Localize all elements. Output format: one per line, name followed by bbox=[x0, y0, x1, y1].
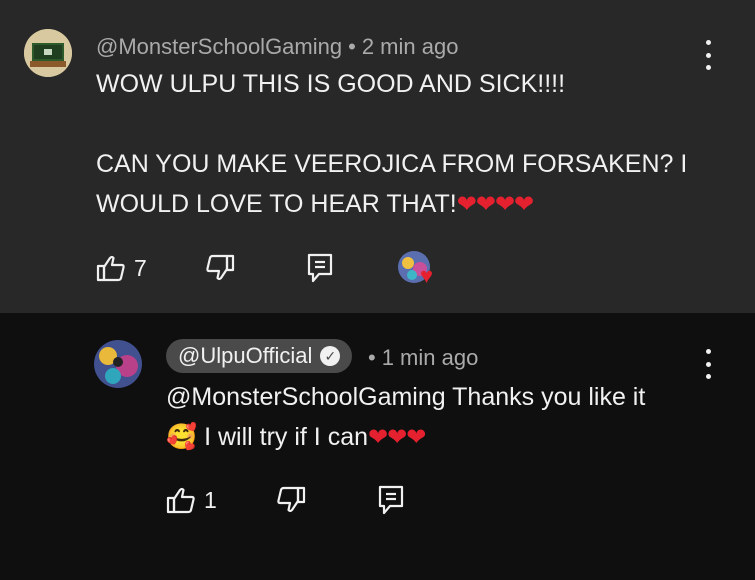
reply-reply-button[interactable] bbox=[377, 484, 405, 516]
creator-heart-badge: ♥ bbox=[398, 251, 442, 289]
comment-line-3: WOULD LOVE TO HEAR THAT! bbox=[96, 190, 457, 218]
reply-text: @MonsterSchoolGaming Thanks you like it … bbox=[166, 377, 645, 458]
author-name[interactable]: @MonsterSchoolGaming bbox=[96, 34, 342, 59]
timestamp[interactable]: 2 min ago bbox=[362, 34, 459, 59]
reply-icon bbox=[306, 252, 334, 284]
reply-dislike-button[interactable] bbox=[276, 486, 306, 514]
comment-card: @MonsterSchoolGaming • 2 min ago WOW ULPU … bbox=[0, 0, 755, 313]
reply-meta: • 1 min ago bbox=[364, 345, 478, 371]
comment-text: WOW ULPU THIS IS GOOD AND SICK!!!! CAN Y… bbox=[96, 64, 687, 225]
reply-like-count: 1 bbox=[204, 486, 217, 513]
hearts-emoji: ❤❤❤❤ bbox=[456, 191, 534, 218]
author-avatar[interactable] bbox=[24, 29, 72, 77]
comment-line-1: WOW ULPU THIS IS GOOD AND SICK!!!! bbox=[96, 70, 566, 98]
comment-line-2: CAN YOU MAKE VEEROJICA FROM FORSAKEN? I bbox=[96, 150, 688, 178]
reply-author-avatar[interactable] bbox=[94, 340, 142, 388]
reply-hearts-emoji: ❤❤❤ bbox=[368, 424, 426, 451]
reply-timestamp[interactable]: 1 min ago bbox=[382, 345, 479, 370]
author-chip[interactable]: @UlpuOfficial ✓ bbox=[166, 339, 353, 373]
reply-icon bbox=[377, 484, 405, 516]
comment-meta: @MonsterSchoolGaming • 2 min ago bbox=[96, 34, 458, 60]
meta-separator: • bbox=[348, 34, 356, 59]
reply-like-button[interactable]: 1 bbox=[166, 486, 217, 514]
like-button[interactable]: 7 bbox=[96, 254, 147, 282]
thumbs-up-icon bbox=[96, 254, 126, 282]
heart-icon: ♥ bbox=[420, 263, 433, 288]
reply-more-options-button[interactable] bbox=[698, 349, 718, 379]
reply-author-name: @UlpuOfficial bbox=[178, 343, 313, 368]
thumbs-down-icon bbox=[205, 254, 235, 282]
dislike-button[interactable] bbox=[205, 254, 235, 282]
reply-card: @UlpuOfficial ✓ • 1 min ago @MonsterSchoo… bbox=[0, 313, 755, 580]
reply-line-2: I will try if I can bbox=[197, 423, 369, 451]
smiling-hearts-emoji: 🥰 bbox=[166, 423, 198, 451]
thumbs-up-icon bbox=[166, 486, 196, 514]
more-options-button[interactable] bbox=[698, 40, 718, 70]
thumbs-down-icon bbox=[276, 486, 306, 514]
like-count: 7 bbox=[134, 254, 147, 281]
verified-icon: ✓ bbox=[320, 346, 341, 366]
meta-separator: • bbox=[368, 345, 376, 370]
reply-line-1: @MonsterSchoolGaming Thanks you like it bbox=[166, 383, 646, 411]
reply-button[interactable] bbox=[306, 252, 334, 284]
